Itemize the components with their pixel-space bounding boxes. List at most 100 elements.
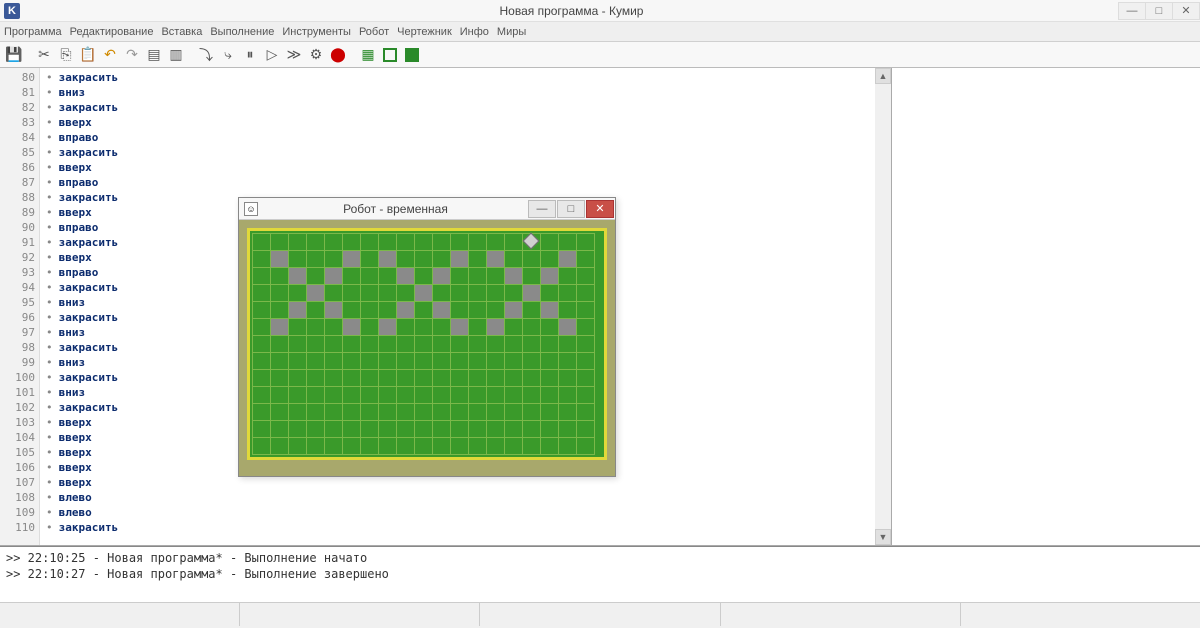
grid-cell	[505, 353, 523, 370]
code-line[interactable]: •влево	[46, 505, 869, 520]
menu-item[interactable]: Выполнение	[210, 26, 274, 38]
grid-cell	[289, 387, 307, 404]
grid-cell	[379, 234, 397, 251]
robot-field	[247, 228, 607, 460]
code-line[interactable]: •закрасить	[46, 520, 869, 535]
grid-cell	[271, 438, 289, 455]
grid-cell	[325, 421, 343, 438]
undo-icon[interactable]: ↶	[100, 45, 120, 65]
grid-cell	[343, 319, 361, 336]
grid-cell	[505, 404, 523, 421]
robot-minimize-button[interactable]: —	[528, 200, 556, 218]
grid-cell	[397, 336, 415, 353]
grid-cell	[415, 438, 433, 455]
doc2-icon[interactable]: ▥	[166, 45, 186, 65]
grid-cell	[289, 438, 307, 455]
grid-cell	[379, 387, 397, 404]
grid-icon[interactable]: ▦	[358, 45, 378, 65]
editor-scrollbar[interactable]: ▲ ▼	[875, 68, 891, 545]
pause-icon[interactable]: ⏸	[240, 45, 260, 65]
run-fast-icon[interactable]: ≫	[284, 45, 304, 65]
settings-icon[interactable]: ⚙	[306, 45, 326, 65]
scroll-up-icon[interactable]: ▲	[875, 68, 891, 84]
robot-window[interactable]: ☺ Робот - временная — □ ✕	[238, 197, 616, 477]
grid-cell	[343, 438, 361, 455]
copy-icon[interactable]: ⎘	[56, 45, 76, 65]
menu-item[interactable]: Инструменты	[282, 26, 351, 38]
menu-item[interactable]: Инфо	[460, 26, 489, 38]
run-icon[interactable]: ▷	[262, 45, 282, 65]
code-line[interactable]: •вверх	[46, 115, 869, 130]
grid-cell	[397, 251, 415, 268]
fill-icon[interactable]	[402, 45, 422, 65]
step-in-icon[interactable]: ⤵	[196, 45, 216, 65]
code-line[interactable]: •влево	[46, 490, 869, 505]
cut-icon[interactable]: ✂	[34, 45, 54, 65]
robot-titlebar[interactable]: ☺ Робот - временная — □ ✕	[239, 198, 615, 220]
grid-cell	[397, 370, 415, 387]
output-console[interactable]: >> 22:10:25 - Новая программа* - Выполне…	[0, 546, 1200, 602]
robot-close-button[interactable]: ✕	[586, 200, 614, 218]
grid-cell	[559, 268, 577, 285]
console-line: >> 22:10:25 - Новая программа* - Выполне…	[6, 550, 1194, 566]
grid-cell	[523, 387, 541, 404]
grid-cell	[559, 438, 577, 455]
grid-cell	[469, 404, 487, 421]
code-line[interactable]: •вправо	[46, 130, 869, 145]
grid-cell	[433, 285, 451, 302]
grid-cell	[559, 302, 577, 319]
panel-icon[interactable]	[380, 45, 400, 65]
menu-item[interactable]: Программа	[4, 26, 62, 38]
grid-cell	[307, 302, 325, 319]
grid-cell	[379, 302, 397, 319]
code-line[interactable]: •вниз	[46, 85, 869, 100]
grid-cell	[397, 234, 415, 251]
code-line[interactable]: •закрасить	[46, 70, 869, 85]
menu-item[interactable]: Робот	[359, 26, 389, 38]
grid-cell	[487, 421, 505, 438]
save-icon[interactable]: 💾	[4, 45, 24, 65]
grid-cell	[397, 353, 415, 370]
grid-cell	[325, 353, 343, 370]
code-line[interactable]: •вверх	[46, 160, 869, 175]
grid-cell	[343, 251, 361, 268]
menu-item[interactable]: Миры	[497, 26, 526, 38]
grid-cell	[253, 268, 271, 285]
grid-cell	[253, 370, 271, 387]
code-line[interactable]: •вверх	[46, 475, 869, 490]
paste-icon[interactable]: 📋	[78, 45, 98, 65]
code-line[interactable]: •закрасить	[46, 100, 869, 115]
menu-item[interactable]: Чертежник	[397, 26, 452, 38]
menu-item[interactable]: Вставка	[161, 26, 202, 38]
doc1-icon[interactable]: ▤	[144, 45, 164, 65]
grid-cell	[559, 336, 577, 353]
maximize-button[interactable]: □	[1145, 2, 1173, 20]
grid-cell	[559, 353, 577, 370]
grid-cell	[433, 353, 451, 370]
code-line[interactable]: •закрасить	[46, 145, 869, 160]
grid-cell	[487, 285, 505, 302]
grid-cell	[271, 336, 289, 353]
step-over-icon[interactable]: ⤷	[218, 45, 238, 65]
stop-icon[interactable]: ⬤	[328, 45, 348, 65]
grid-cell	[559, 421, 577, 438]
grid-cell	[379, 336, 397, 353]
menu-item[interactable]: Редактирование	[70, 26, 154, 38]
grid-cell	[469, 353, 487, 370]
grid-cell	[379, 268, 397, 285]
robot-maximize-button[interactable]: □	[557, 200, 585, 218]
grid-cell	[289, 404, 307, 421]
grid-cell	[325, 404, 343, 421]
minimize-button[interactable]: —	[1118, 2, 1146, 20]
grid-cell	[523, 421, 541, 438]
close-button[interactable]: ✕	[1172, 2, 1200, 20]
grid-cell	[577, 319, 595, 336]
grid-cell	[253, 234, 271, 251]
grid-cell	[487, 336, 505, 353]
grid-cell	[577, 353, 595, 370]
grid-cell	[505, 421, 523, 438]
redo-icon[interactable]: ↷	[122, 45, 142, 65]
grid-cell	[577, 370, 595, 387]
code-line[interactable]: •вправо	[46, 175, 869, 190]
scroll-down-icon[interactable]: ▼	[875, 529, 891, 545]
